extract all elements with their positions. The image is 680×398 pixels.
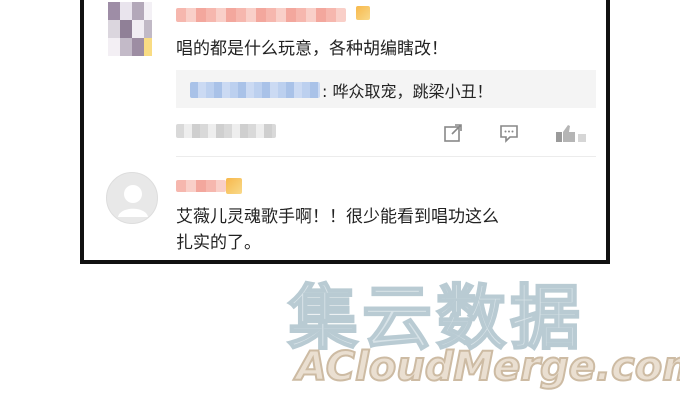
comment-text-line2: 扎实的了。 <box>176 233 261 253</box>
person-icon <box>118 185 148 217</box>
vip-badge-icon <box>226 178 242 194</box>
share-icon[interactable] <box>442 122 464 144</box>
reply-username-blurred[interactable] <box>190 82 320 98</box>
reply-box[interactable]: : 哗众取宠，跳梁小丑！ <box>176 70 596 108</box>
comment-timestamp-blurred <box>176 124 276 138</box>
comment-text-line1: 艾薇儿灵魂歌手啊！！很少能看到唱功这么 <box>176 207 499 227</box>
comment-text: 唱的都是什么玩意，各种胡编瞎改！ <box>176 39 448 59</box>
vip-badge-icon <box>356 6 370 20</box>
username-blurred[interactable] <box>176 8 346 22</box>
watermark-english: ACloudMerge.com <box>295 343 680 391</box>
user-avatar-default[interactable] <box>106 172 158 224</box>
comment-divider <box>176 156 596 157</box>
like-icon[interactable] <box>554 122 588 144</box>
comment-panel: 唱的都是什么玩意，各种胡编瞎改！ : 哗众取宠，跳梁小丑！ 艾薇儿灵魂歌手啊！！… <box>80 0 610 264</box>
reply-text: : 哗众取宠，跳梁小丑！ <box>322 82 493 101</box>
comment-icon[interactable] <box>498 122 520 144</box>
user-avatar[interactable] <box>108 2 152 56</box>
username-blurred[interactable] <box>176 180 226 192</box>
